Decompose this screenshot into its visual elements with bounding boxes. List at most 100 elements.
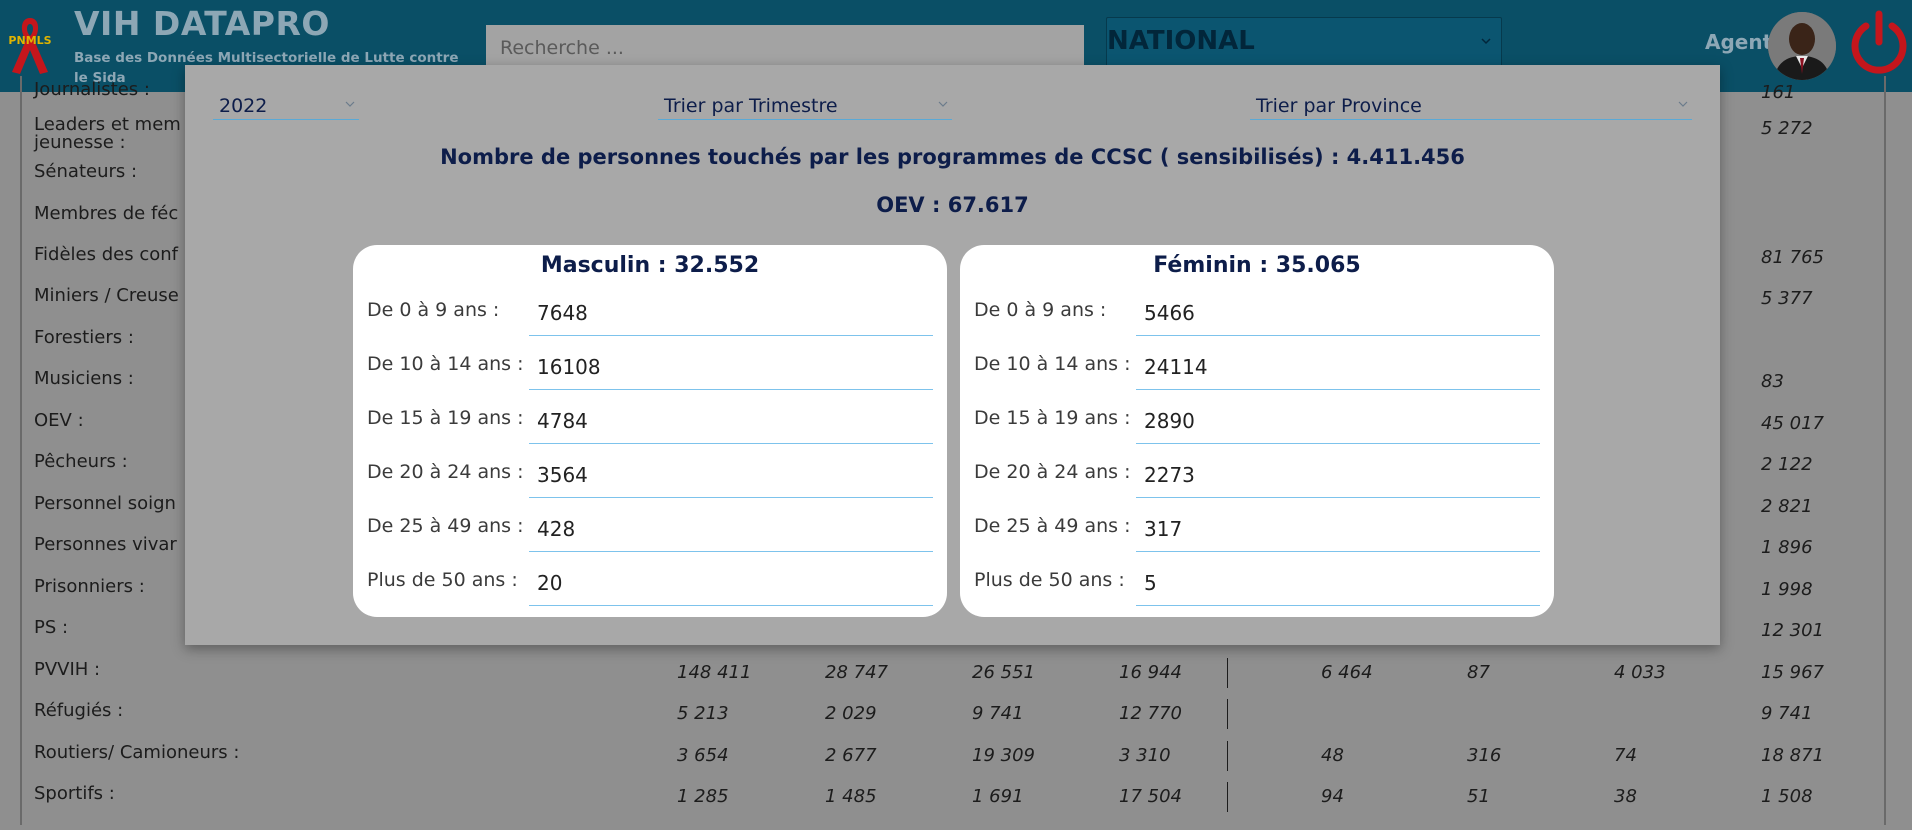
age-value-field[interactable]: 16108 [529, 349, 933, 390]
age-value-field[interactable]: 2273 [1136, 457, 1540, 498]
region-select-value: NATIONAL [1107, 26, 1255, 56]
table-cell: 45 017 [1761, 413, 1824, 434]
logo-text: PNMLS [8, 34, 52, 47]
column-separator [1227, 741, 1228, 771]
table-cell: 87 [1467, 662, 1490, 683]
age-label: De 20 à 24 ans : [367, 461, 524, 483]
table-cell: 26 551 [972, 662, 1035, 683]
age-label: De 20 à 24 ans : [974, 461, 1131, 483]
masculin-age-row: De 10 à 14 ans : 16108 [367, 349, 933, 390]
avatar[interactable] [1768, 12, 1836, 80]
chevron-down-icon [938, 101, 948, 107]
table-cell: 5 377 [1761, 288, 1813, 309]
age-label: De 10 à 14 ans : [367, 353, 524, 375]
table-cell: 74 [1614, 745, 1637, 766]
masculin-age-row: De 0 à 9 ans : 7648 [367, 295, 933, 336]
row-label: Pêcheurs : [34, 451, 128, 472]
row-label: Sénateurs : [34, 161, 138, 182]
table-cell: 2 677 [825, 745, 877, 766]
age-value: 5 [1144, 571, 1157, 595]
age-value-field[interactable]: 20 [529, 565, 933, 606]
age-value-field[interactable]: 5 [1136, 565, 1540, 606]
table-cell: 19 309 [972, 745, 1035, 766]
age-value-field[interactable]: 7648 [529, 295, 933, 336]
row-label: Sportifs : [34, 783, 115, 804]
age-value: 4784 [537, 409, 588, 433]
age-value-field[interactable]: 428 [529, 511, 933, 552]
table-row: Routiers/ Camioneurs : 3 654 2 677 19 309 3 … [20, 741, 1885, 789]
row-label: PS : [34, 617, 69, 638]
feminin-title: Féminin : 35.065 [1153, 253, 1361, 278]
table-cell: 5 272 [1761, 118, 1813, 139]
row-label: Fidèles des conf [34, 244, 178, 265]
chevron-down-icon [345, 101, 355, 107]
feminin-age-row: De 20 à 24 ans : 2273 [974, 457, 1540, 498]
year-select-value: 2022 [219, 95, 268, 117]
age-label: De 15 à 19 ans : [367, 407, 524, 429]
column-separator [1227, 782, 1228, 812]
table-cell: 1 485 [825, 786, 877, 807]
feminin-age-row: De 0 à 9 ans : 5466 [974, 295, 1540, 336]
table-cell: 3 654 [677, 745, 729, 766]
age-label: Plus de 50 ans : [974, 569, 1125, 591]
table-cell: 83 [1761, 371, 1784, 392]
age-label: De 25 à 49 ans : [367, 515, 524, 537]
table-cell: 9 741 [1761, 703, 1813, 724]
age-label: De 25 à 49 ans : [974, 515, 1131, 537]
age-label: De 0 à 9 ans : [974, 299, 1107, 321]
table-cell: 1 691 [972, 786, 1024, 807]
masculin-card: Masculin : 32.552 De 0 à 9 ans : 7648 De 1… [353, 245, 947, 617]
age-value-field[interactable]: 24114 [1136, 349, 1540, 390]
feminin-age-row: De 15 à 19 ans : 2890 [974, 403, 1540, 444]
age-value: 3564 [537, 463, 588, 487]
table-cell: 2 821 [1761, 496, 1813, 517]
row-label: Prisonniers : [34, 576, 145, 597]
table-cell: 6 464 [1321, 662, 1373, 683]
table-cell: 161 [1761, 82, 1796, 103]
age-value: 317 [1144, 517, 1183, 541]
table-cell: 1 896 [1761, 537, 1813, 558]
table-cell: 17 504 [1119, 786, 1182, 807]
column-separator [1227, 699, 1228, 729]
row-label: Routiers/ Camioneurs : [34, 742, 240, 763]
masculin-age-row: De 15 à 19 ans : 4784 [367, 403, 933, 444]
table-cell: 1 285 [677, 786, 729, 807]
table-cell: 12 301 [1761, 620, 1824, 641]
age-value-field[interactable]: 3564 [529, 457, 933, 498]
chevron-down-icon [1678, 101, 1688, 107]
age-value-field[interactable]: 317 [1136, 511, 1540, 552]
trimestre-select-label: Trier par Trimestre [664, 95, 838, 117]
table-cell: 28 747 [825, 662, 888, 683]
table-cell: 18 871 [1761, 745, 1824, 766]
stats-modal: 2022 Trier par Trimestre Trier par Provi… [185, 65, 1720, 645]
table-cell: 316 [1467, 745, 1502, 766]
region-select[interactable]: NATIONAL [1106, 17, 1502, 69]
row-label: Journalistes : [34, 79, 150, 100]
table-cell: 51 [1467, 786, 1490, 807]
app-title[interactable]: VIH DATAPRO [74, 4, 330, 43]
table-cell: 1 508 [1761, 786, 1813, 807]
age-value: 2273 [1144, 463, 1195, 487]
age-value: 7648 [537, 301, 588, 325]
age-value: 5466 [1144, 301, 1195, 325]
age-value: 16108 [537, 355, 601, 379]
user-photo [1768, 12, 1836, 80]
row-label: Personnel soign [34, 493, 176, 514]
age-label: De 0 à 9 ans : [367, 299, 500, 321]
table-cell: 81 765 [1761, 247, 1824, 268]
table-cell: 9 741 [972, 703, 1024, 724]
trimestre-select[interactable]: Trier par Trimestre [658, 89, 952, 120]
table-cell: 148 411 [677, 662, 752, 683]
province-select[interactable]: Trier par Province [1250, 89, 1692, 120]
age-value-field[interactable]: 2890 [1136, 403, 1540, 444]
power-icon[interactable] [1850, 10, 1908, 76]
province-select-label: Trier par Province [1256, 95, 1422, 117]
year-select[interactable]: 2022 [213, 89, 359, 120]
age-value-field[interactable]: 4784 [529, 403, 933, 444]
column-separator [1227, 658, 1228, 688]
age-value-field[interactable]: 5466 [1136, 295, 1540, 336]
table-cell: 1 998 [1761, 579, 1813, 600]
table-cell: 16 944 [1119, 662, 1182, 683]
row-label: OEV : [34, 410, 84, 431]
table-cell: 48 [1321, 745, 1344, 766]
